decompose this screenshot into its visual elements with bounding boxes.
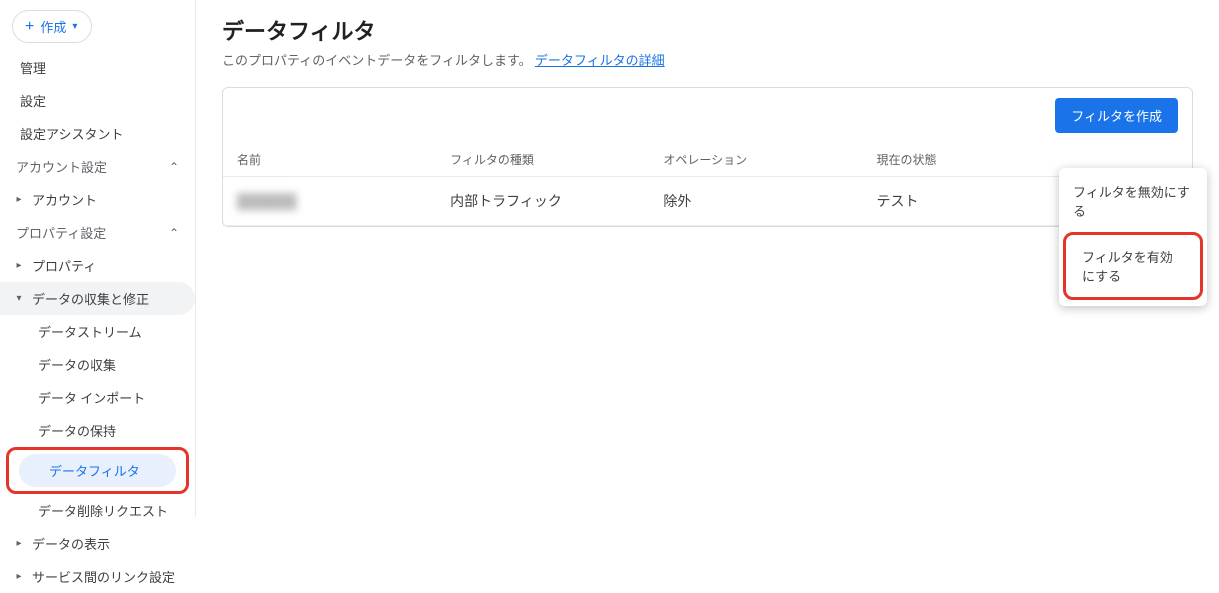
nav-group-property-label: プロパティ設定 <box>16 223 106 242</box>
table-row[interactable]: ██████ 内部トラフィック 除外 テスト › ⋮ <box>223 177 1192 226</box>
row-type: 内部トラフィック <box>436 177 649 226</box>
create-label: 作成 <box>40 17 66 36</box>
nav-sub-servicelink-label: サービス間のリンク設定 <box>32 567 175 586</box>
caret-down-icon: ▾ <box>14 293 24 304</box>
main-content: データフィルタ このプロパティのイベントデータをフィルタします。 データフィルタ… <box>196 0 1219 517</box>
page-description: このプロパティのイベントデータをフィルタします。 データフィルタの詳細 <box>222 50 1193 69</box>
nav-group-property[interactable]: プロパティ設定 ⌃ <box>0 216 195 249</box>
filters-table: 名前 フィルタの種類 オペレーション 現在の状態 ██████ 内部トラフィック… <box>223 143 1192 226</box>
row-actions-popover: フィルタを無効にする フィルタを有効にする <box>1059 168 1207 306</box>
nav-assistant[interactable]: 設定アシスタント <box>0 117 195 150</box>
filters-card: フィルタを作成 名前 フィルタの種類 オペレーション 現在の状態 ██████ … <box>222 87 1193 227</box>
page-desc-link[interactable]: データフィルタの詳細 <box>535 54 665 69</box>
highlight-annotation: フィルタを有効にする <box>1063 232 1203 300</box>
leaf-retain[interactable]: データの保持 <box>0 414 195 447</box>
leaf-datafilter[interactable]: データフィルタ <box>19 454 176 487</box>
nav-group-account[interactable]: アカウント設定 ⌃ <box>0 150 195 183</box>
page-title: データフィルタ <box>222 14 1193 46</box>
row-state: テスト <box>863 177 1076 226</box>
row-name: ██████ <box>237 194 297 210</box>
create-button[interactable]: + 作成 ▾ <box>12 10 92 43</box>
create-filter-button[interactable]: フィルタを作成 <box>1055 98 1178 133</box>
caret-right-icon: ▸ <box>14 571 24 582</box>
nav-settings[interactable]: 設定 <box>0 84 195 117</box>
popover-disable-filter[interactable]: フィルタを無効にする <box>1059 172 1207 230</box>
col-type: フィルタの種類 <box>436 143 649 177</box>
chevron-down-icon: ▾ <box>72 21 77 32</box>
leaf-stream[interactable]: データストリーム <box>0 315 195 348</box>
highlight-annotation: データフィルタ <box>6 447 189 494</box>
nav-sub-data-display-label: データの表示 <box>32 534 110 553</box>
caret-right-icon: ▸ <box>14 194 24 205</box>
col-op: オペレーション <box>649 143 862 177</box>
leaf-import[interactable]: データ インポート <box>0 381 195 414</box>
nav-sub-data-collect-label: データの収集と修正 <box>32 289 149 308</box>
caret-right-icon: ▸ <box>14 538 24 549</box>
col-state: 現在の状態 <box>863 143 1076 177</box>
col-name: 名前 <box>223 143 436 177</box>
nav-sub-account-label: アカウント <box>32 190 97 209</box>
leaf-collect[interactable]: データの収集 <box>0 348 195 381</box>
nav-admin[interactable]: 管理 <box>0 51 195 84</box>
nav-sub-property-label: プロパティ <box>32 256 96 275</box>
plus-icon: + <box>25 19 34 35</box>
nav-sub-data-collect[interactable]: ▾ データの収集と修正 <box>0 282 195 315</box>
popover-enable-filter[interactable]: フィルタを有効にする <box>1068 237 1198 295</box>
nav-group-account-label: アカウント設定 <box>16 157 107 176</box>
nav-sub-account[interactable]: ▸ アカウント <box>0 183 195 216</box>
nav-sub-servicelink[interactable]: ▸ サービス間のリンク設定 <box>0 560 195 593</box>
caret-right-icon: ▸ <box>14 260 24 271</box>
page-desc-text: このプロパティのイベントデータをフィルタします。 <box>222 54 532 69</box>
nav-sub-data-display[interactable]: ▸ データの表示 <box>0 527 195 560</box>
row-op: 除外 <box>649 177 862 226</box>
sidebar: + 作成 ▾ 管理 設定 設定アシスタント アカウント設定 ⌃ ▸ アカウント … <box>0 0 196 517</box>
chevron-up-icon: ⌃ <box>169 226 179 240</box>
nav-sub-property[interactable]: ▸ プロパティ <box>0 249 195 282</box>
chevron-up-icon: ⌃ <box>169 160 179 174</box>
leaf-delete-request[interactable]: データ削除リクエスト <box>0 494 195 527</box>
